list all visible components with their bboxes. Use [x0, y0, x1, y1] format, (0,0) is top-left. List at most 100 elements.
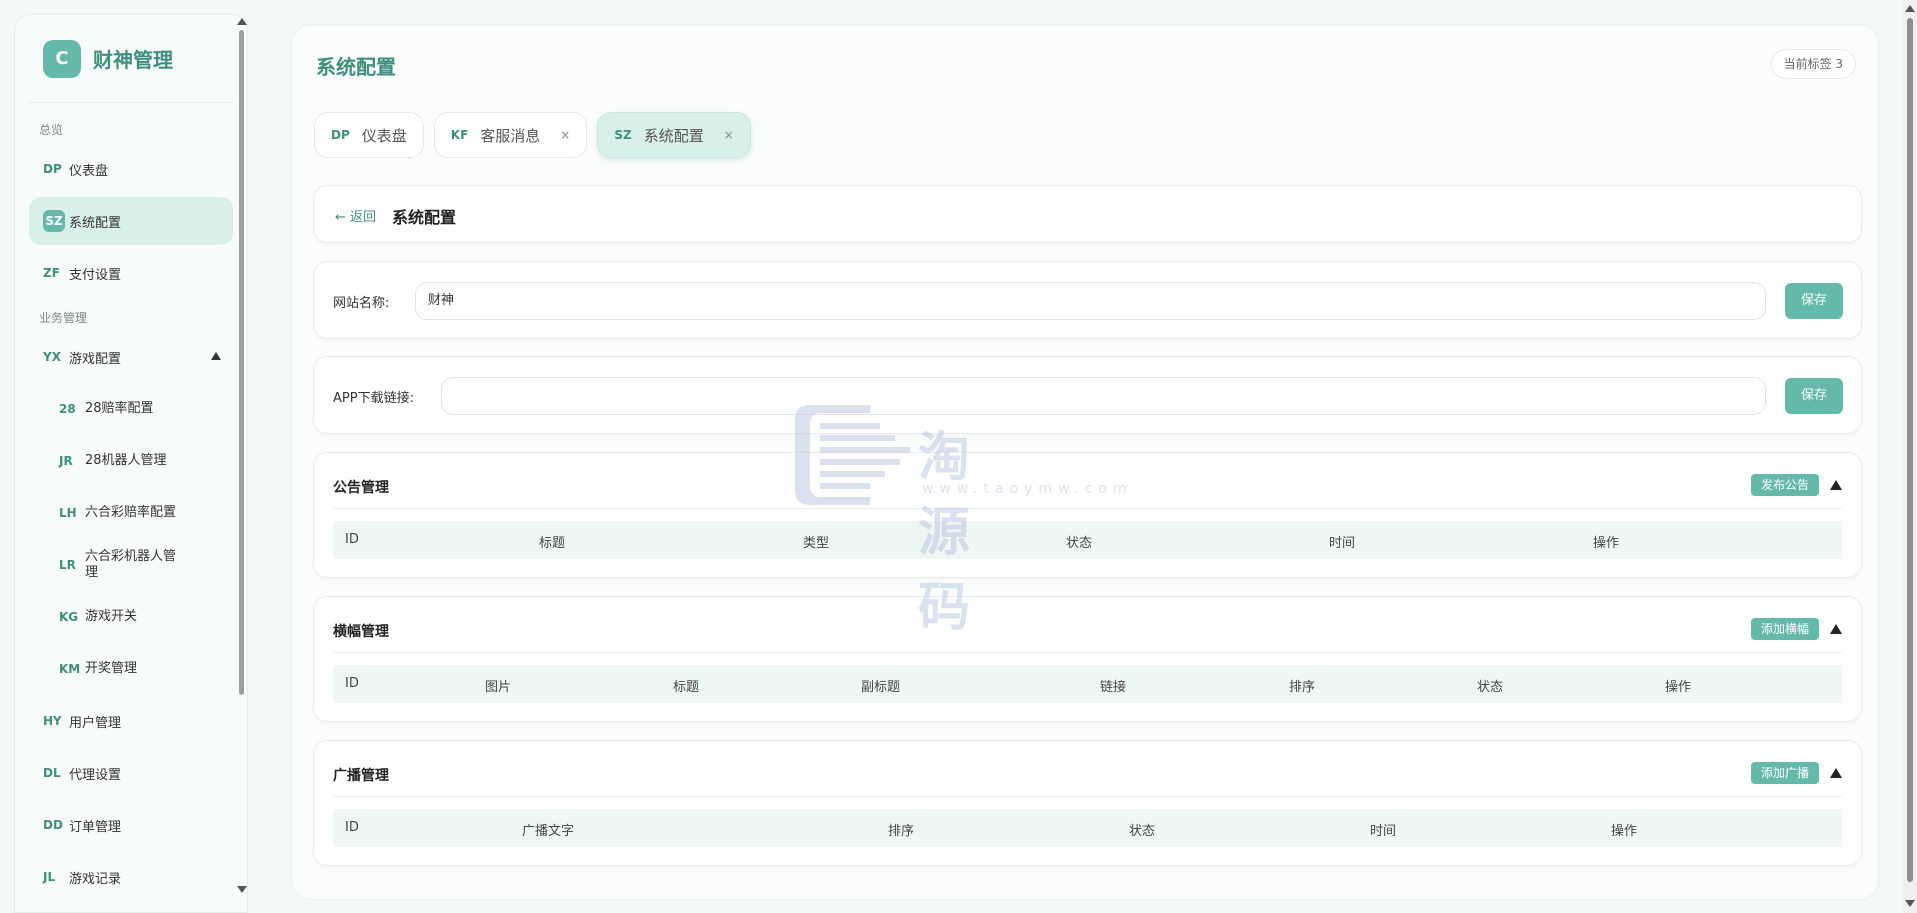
sidebar-subitem-draw-manage[interactable]: KM 开奖管理	[59, 645, 233, 693]
column-header: ID	[345, 820, 359, 835]
notice-section: 公告管理 发布公告 ID 标题 类型 状态 时间 操作	[313, 452, 1862, 578]
notice-title: 公告管理	[333, 480, 389, 496]
scroll-down-icon[interactable]	[237, 886, 247, 893]
tab-code: DP	[331, 128, 350, 142]
sidebar-subitem-game-switch[interactable]: KG 游戏开关	[59, 593, 233, 641]
column-header: 状态	[1129, 824, 1156, 839]
add-banner-button[interactable]: 添加横幅	[1750, 618, 1819, 640]
column-header: 排序	[1289, 680, 1316, 695]
page-scroll-thumb[interactable]	[1907, 18, 1913, 882]
app-link-card: APP下载链接: 保存	[313, 356, 1862, 434]
scroll-up-icon[interactable]	[1905, 5, 1915, 12]
sidebar-item-payment[interactable]: ZF 支付设置	[29, 249, 233, 297]
tab-label: 客服消息	[480, 126, 541, 145]
collapse-caret-icon[interactable]	[1830, 624, 1842, 634]
group-label-overview: 总览	[39, 123, 64, 137]
sidebar-scroll-thumb[interactable]	[239, 30, 244, 695]
collapse-caret-icon[interactable]	[211, 352, 221, 360]
tab-system-config[interactable]: SZ 系统配置 ×	[597, 112, 751, 158]
publish-notice-button[interactable]: 发布公告	[1750, 474, 1819, 496]
column-header: 图片	[485, 680, 512, 695]
sidebar-item-label: 游戏开关	[85, 609, 138, 624]
brand: C 财神管理	[29, 15, 233, 103]
column-header: 广播文字	[522, 824, 575, 839]
sidebar-item-label: 仪表盘	[69, 163, 109, 179]
sidebar-item-label: 六合彩赔率配置	[85, 505, 177, 520]
column-header: 类型	[803, 536, 830, 551]
divider	[333, 508, 1842, 509]
save-site-name-button[interactable]: 保存	[1785, 283, 1843, 319]
sidebar-subitem-lottery-odds[interactable]: LH 六合彩赔率配置	[59, 489, 233, 537]
section-title: 系统配置	[392, 208, 457, 227]
banner-title: 横幅管理	[333, 624, 389, 640]
column-header: 排序	[888, 824, 915, 839]
tab-label: 仪表盘	[361, 126, 407, 145]
nav-code: JR	[59, 454, 73, 468]
close-icon[interactable]: ×	[724, 128, 734, 142]
nav-code: DP	[43, 162, 62, 176]
app-link-label: APP下载链接:	[333, 391, 414, 406]
tab-code: KF	[450, 128, 469, 142]
app-link-input[interactable]	[441, 377, 1766, 415]
nav-code: YX	[43, 350, 61, 364]
broadcast-title: 广播管理	[333, 768, 389, 784]
nav-code: JL	[43, 870, 56, 884]
sidebar-item-label: 开奖管理	[85, 661, 138, 676]
column-header: 链接	[1100, 680, 1127, 695]
page-title: 系统配置	[316, 55, 396, 79]
nav-code: KM	[59, 662, 81, 676]
main-panel: 系统配置 当前标签 3 DP 仪表盘 KF 客服消息 × SZ 系统配置 × ←…	[291, 24, 1879, 900]
scroll-up-icon[interactable]	[237, 18, 247, 25]
sidebar-item-game-config[interactable]: YX 游戏配置	[29, 333, 233, 381]
brand-name: 财神管理	[93, 48, 173, 72]
tab-dashboard[interactable]: DP 仪表盘	[314, 112, 424, 158]
column-header: 状态	[1066, 536, 1093, 551]
sidebar-item-game-records[interactable]: JL 游戏记录	[29, 853, 233, 901]
column-header: 时间	[1329, 536, 1356, 551]
tag-count-badge: 当前标签 3	[1770, 49, 1856, 79]
nav-code: ZF	[43, 266, 60, 280]
tab-bar: DP 仪表盘 KF 客服消息 × SZ 系统配置 ×	[314, 112, 761, 158]
group-label-business: 业务管理	[39, 311, 88, 325]
sidebar-item-orders[interactable]: DD 订单管理	[29, 801, 233, 849]
column-header: 操作	[1665, 680, 1692, 695]
back-link[interactable]: ← 返回	[335, 206, 376, 225]
scroll-down-icon[interactable]	[1905, 900, 1915, 907]
site-name-label: 网站名称:	[333, 296, 390, 311]
sidebar-item-users[interactable]: HY 用户管理	[29, 697, 233, 745]
close-icon[interactable]: ×	[560, 128, 570, 142]
add-broadcast-button[interactable]: 添加广播	[1750, 762, 1819, 784]
sidebar-item-agents[interactable]: DL 代理设置	[29, 749, 233, 797]
tab-service-messages[interactable]: KF 客服消息 ×	[433, 112, 588, 158]
sidebar-item-dashboard[interactable]: DP 仪表盘	[29, 145, 233, 193]
broadcast-table-header: ID 广播文字 排序 状态 时间 操作	[333, 809, 1842, 847]
save-app-link-button[interactable]: 保存	[1785, 378, 1843, 414]
sidebar-scrollbar[interactable]	[234, 14, 248, 913]
sidebar-subitem-28-odds[interactable]: 28 28赔率配置	[59, 385, 233, 433]
sidebar: C 财神管理 总览 DP 仪表盘 SZ 系统配置 ZF 支付设置 业务管理 YX…	[14, 14, 248, 913]
broadcast-section: 广播管理 添加广播 ID 广播文字 排序 状态 时间 操作	[313, 740, 1862, 866]
collapse-caret-icon[interactable]	[1830, 768, 1842, 778]
sidebar-item-label: 用户管理	[69, 715, 122, 731]
sidebar-subitem-28-robot[interactable]: JR 28机器人管理	[59, 437, 233, 485]
page-scrollbar[interactable]	[1903, 0, 1917, 913]
nav-code: DL	[43, 766, 61, 780]
site-name-input[interactable]: 财神	[415, 282, 1766, 320]
collapse-caret-icon[interactable]	[1830, 480, 1842, 490]
sidebar-item-label: 订单管理	[69, 819, 122, 835]
sidebar-item-label: 系统配置	[69, 215, 122, 231]
sidebar-item-system-config[interactable]: SZ 系统配置	[29, 197, 233, 245]
nav-code: LR	[59, 558, 76, 572]
column-header: 标题	[673, 680, 700, 695]
site-name-card: 网站名称: 财神 保存	[313, 261, 1862, 339]
column-header: 副标题	[861, 680, 901, 695]
column-header: 操作	[1611, 824, 1638, 839]
column-header: 操作	[1593, 536, 1620, 551]
nav-code: KG	[59, 610, 79, 624]
sidebar-subitem-lottery-robot[interactable]: LR 六合彩机器人管理	[59, 541, 233, 589]
sidebar-item-label: 28赔率配置	[85, 401, 154, 416]
banner-section: 横幅管理 添加横幅 ID 图片 标题 副标题 链接 排序 状态 操作	[313, 596, 1862, 722]
sidebar-item-label: 游戏记录	[69, 871, 122, 887]
column-header: 标题	[539, 536, 566, 551]
sidebar-item-label: 支付设置	[69, 267, 122, 283]
